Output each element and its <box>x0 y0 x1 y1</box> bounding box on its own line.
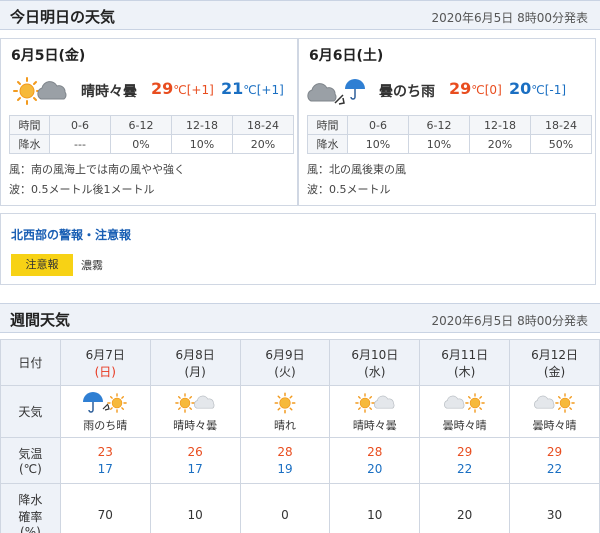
rain-period: 6-12 <box>408 115 470 135</box>
rain-value: 10% <box>408 134 470 154</box>
sun-and-cloud-icon <box>13 77 67 105</box>
day-date-label: 6月6日(土) <box>309 48 384 64</box>
row-label-weather: 天気 <box>0 385 61 438</box>
cloud-and-sun-icon <box>443 392 485 413</box>
high-temp: 29℃[+1] <box>151 79 214 98</box>
advisory-text: 濃霧 <box>81 259 103 272</box>
rain-time-header: 時間 <box>307 115 348 135</box>
row-label-temperature: 気温 (℃) <box>0 437 61 484</box>
rain-period: 18-24 <box>232 115 294 135</box>
cloud-and-sun-icon <box>533 392 575 413</box>
week-temp-cell: 29 22 <box>509 437 600 484</box>
low-temp: 20℃[-1] <box>509 79 567 98</box>
week-date-cell: 6月9日 (火) <box>239 339 331 386</box>
weekly-forecast-table: 日付 6月7日 (日) 6月8日 (月) 6月9日 (火) 6月10日 (水) 6月11… <box>0 339 600 533</box>
week-date-cell: 6月12日 (金) <box>509 339 600 386</box>
week-weather-cell: 晴時々曇 <box>149 385 241 438</box>
week-issued-time: 2020年6月5日 8時00分発表 <box>431 314 588 328</box>
day-forecast-today: 6月5日(金) 晴時々曇 29℃[+1] 21℃[+1] 時間 0-6 6-12… <box>0 38 298 206</box>
today-issued-time: 2020年6月5日 8時00分発表 <box>431 11 588 25</box>
rain-period: 6-12 <box>110 115 172 135</box>
rain-then-sun-icon <box>82 390 128 413</box>
week-temp-cell: 28 20 <box>329 437 421 484</box>
wave-info: 波：0.5メートル後1メートル <box>9 183 155 196</box>
sun-and-cloud-icon <box>175 392 215 413</box>
week-temp-cell: 26 17 <box>149 437 241 484</box>
week-weather-cell: 晴れ <box>239 385 331 438</box>
cloud-then-rain-icon <box>307 78 366 105</box>
rain-value: 50% <box>530 134 592 154</box>
rain-period: 18-24 <box>530 115 592 135</box>
low-temp: 21℃[+1] <box>221 79 284 98</box>
week-pop-cell: 70 <box>59 483 151 533</box>
week-pop-cell: 0 <box>239 483 331 533</box>
week-weather-cell: 雨のち晴 <box>59 385 151 438</box>
rain-row-label: 降水 <box>9 134 50 154</box>
day-forecast-tomorrow: 6月6日(土) 曇のち雨 29℃[0] 20℃[-1] 時間 0-6 6-12 … <box>298 38 596 206</box>
rain-value: 10% <box>347 134 409 154</box>
rain-value: 20% <box>469 134 531 154</box>
wave-info: 波：0.5メートル <box>307 183 391 196</box>
rain-period: 0-6 <box>347 115 409 135</box>
week-pop-cell: 20 <box>419 483 511 533</box>
today-section-header: 今日明日の天気 2020年6月5日 8時00分発表 <box>0 0 600 30</box>
day-date-label: 6月5日(金) <box>11 48 86 64</box>
advisory-badge: 注意報 <box>11 254 73 276</box>
week-weather-cell: 曇時々晴 <box>419 385 511 438</box>
sun-and-cloud-icon <box>355 392 395 413</box>
warning-panel: 北西部の警報・注意報 注意報 濃霧 <box>0 213 596 285</box>
week-temp-cell: 23 17 <box>59 437 151 484</box>
day-weather-telop: 晴時々曇 <box>81 84 137 100</box>
week-pop-cell: 10 <box>329 483 421 533</box>
week-weather-cell: 晴時々曇 <box>329 385 421 438</box>
week-date-cell: 6月11日 (木) <box>419 339 511 386</box>
week-date-cell: 6月7日 (日) <box>59 339 151 386</box>
rain-probability-table: 時間 0-6 6-12 12-18 18-24 降水 10% 10% 20% 5… <box>307 115 592 154</box>
week-section-header: 週間天気 2020年6月5日 8時00分発表 <box>0 303 600 333</box>
week-section-title: 週間天気 <box>10 311 71 329</box>
week-date-cell: 6月10日 (水) <box>329 339 421 386</box>
rain-row-label: 降水 <box>307 134 348 154</box>
warning-region-link[interactable]: 北西部の警報・注意報 <box>11 226 131 243</box>
row-label-date: 日付 <box>0 339 61 386</box>
week-date-cell: 6月8日 (月) <box>149 339 241 386</box>
week-pop-cell: 10 <box>149 483 241 533</box>
row-label-precipitation: 降水 確率 (%) <box>0 483 61 533</box>
rain-value: 10% <box>171 134 233 154</box>
rain-value: 0% <box>110 134 172 154</box>
week-temp-cell: 29 22 <box>419 437 511 484</box>
day-weather-telop: 曇のち雨 <box>379 84 435 100</box>
rain-period: 0-6 <box>49 115 111 135</box>
rain-period: 12-18 <box>171 115 233 135</box>
week-weather-cell: 曇時々晴 <box>509 385 600 438</box>
rain-value: --- <box>49 134 111 154</box>
sun-icon <box>274 392 296 413</box>
week-temp-cell: 28 19 <box>239 437 331 484</box>
rain-period: 12-18 <box>469 115 531 135</box>
wind-info: 風：南の風海上では南の風やや強く <box>9 163 185 176</box>
wind-info: 風：北の風後東の風 <box>307 163 406 176</box>
rain-time-header: 時間 <box>9 115 50 135</box>
today-section-title: 今日明日の天気 <box>10 8 116 26</box>
high-temp: 29℃[0] <box>449 79 502 98</box>
rain-probability-table: 時間 0-6 6-12 12-18 18-24 降水 --- 0% 10% 20… <box>9 115 294 154</box>
rain-value: 20% <box>232 134 294 154</box>
week-pop-cell: 30 <box>509 483 600 533</box>
